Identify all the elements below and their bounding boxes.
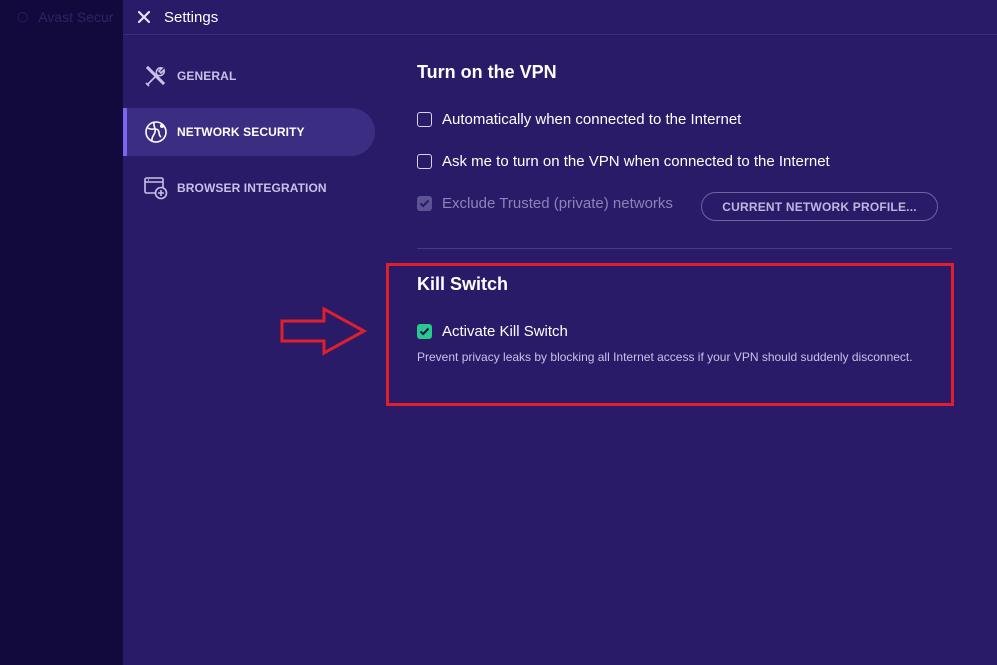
- browser-add-icon: [143, 175, 169, 201]
- vpn-ask-checkbox[interactable]: [417, 154, 432, 169]
- background-app-title-text: Avast Secur: [38, 9, 114, 25]
- current-network-profile-button[interactable]: CURRENT NETWORK PROFILE...: [701, 192, 938, 221]
- exclude-trusted-option: Exclude Trusted (private) networks: [417, 195, 673, 212]
- sidebar-item-label: NETWORK SECURITY: [177, 125, 305, 139]
- tools-icon: [143, 63, 169, 89]
- exclude-trusted-label: Exclude Trusted (private) networks: [442, 195, 673, 212]
- vpn-auto-option[interactable]: Automatically when connected to the Inte…: [417, 111, 741, 128]
- sidebar-item-network-security[interactable]: NETWORK SECURITY: [123, 108, 375, 156]
- vpn-auto-label: Automatically when connected to the Inte…: [442, 111, 742, 128]
- sidebar-item-label: GENERAL: [177, 69, 237, 83]
- annotation-arrow-icon: [280, 306, 368, 356]
- sidebar-item-browser-integration[interactable]: BROWSER INTEGRATION: [123, 164, 375, 212]
- globe-network-icon: [143, 119, 169, 145]
- background-app-window: [0, 0, 123, 665]
- vpn-heading: Turn on the VPN: [417, 62, 557, 82]
- vpn-ask-label: Ask me to turn on the VPN when connected…: [442, 153, 830, 170]
- vpn-auto-checkbox[interactable]: [417, 112, 432, 127]
- settings-title: Settings: [164, 8, 219, 26]
- sidebar-item-label: BROWSER INTEGRATION: [177, 181, 327, 195]
- checkmark-icon: [419, 199, 430, 208]
- settings-header: Settings: [123, 0, 997, 35]
- close-icon[interactable]: [137, 10, 151, 24]
- exclude-trusted-checkbox: [417, 196, 432, 211]
- settings-sidebar: GENERAL NETWORK SECURITY BROWSER INTEGRA…: [123, 52, 375, 220]
- annotation-highlight-box: [386, 263, 954, 406]
- section-divider: [417, 248, 952, 249]
- background-app-title: ◯ Avast Secur: [17, 9, 113, 25]
- sidebar-item-general[interactable]: GENERAL: [123, 52, 375, 100]
- app-logo-icon: ◯: [17, 11, 29, 23]
- vpn-ask-option[interactable]: Ask me to turn on the VPN when connected…: [417, 153, 830, 170]
